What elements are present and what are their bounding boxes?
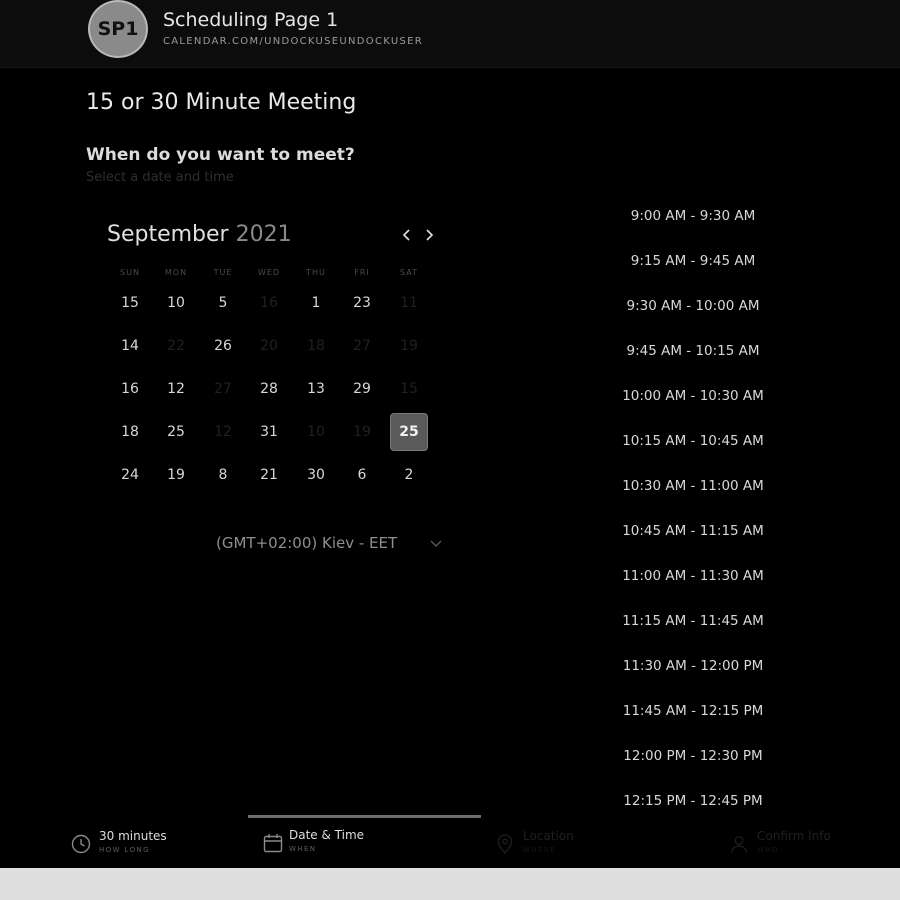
calendar-day[interactable]: 30 — [297, 456, 335, 494]
chevron-down-icon[interactable] — [428, 535, 444, 551]
time-slot-button[interactable]: 9:15 AM - 9:45 AM — [603, 238, 783, 283]
time-slot-button[interactable]: 11:15 AM - 11:45 AM — [603, 598, 783, 643]
time-slot-button[interactable]: 11:00 AM - 11:30 AM — [603, 553, 783, 598]
calendar-day[interactable]: 2 — [390, 456, 428, 494]
step-footer: 30 minutes HOW LONG Date & Time WHEN Loc… — [0, 815, 900, 868]
month-year-label: September 2021 — [107, 222, 292, 247]
month-label: September — [107, 222, 229, 247]
calendar-day[interactable]: 29 — [343, 370, 381, 408]
time-slot-button[interactable]: 10:30 AM - 11:00 AM — [603, 463, 783, 508]
person-icon — [730, 836, 748, 853]
calendar-day[interactable]: 15 — [111, 284, 149, 322]
calendar-day: 10 — [307, 424, 325, 440]
calendar-day[interactable]: 8 — [204, 456, 242, 494]
weekday-header: MON — [164, 268, 188, 277]
chevron-left-icon — [402, 229, 410, 241]
next-month-button[interactable] — [420, 224, 438, 246]
time-slot-button[interactable]: 11:45 AM - 12:15 PM — [603, 688, 783, 733]
weekday-header: WED — [257, 268, 281, 277]
step-duration-sub: HOW LONG — [99, 846, 150, 854]
step-duration-label: 30 minutes — [99, 829, 167, 843]
calendar-day: 15 — [400, 381, 418, 397]
step-date-time-label: Date & Time — [289, 828, 365, 842]
calendar-day[interactable]: 24 — [111, 456, 149, 494]
calendar-day[interactable]: 12 — [157, 370, 195, 408]
calendar-day[interactable]: 18 — [111, 413, 149, 451]
calendar-day: 19 — [400, 338, 418, 354]
weekday-header: SAT — [400, 268, 418, 277]
time-slot-button[interactable]: 9:00 AM - 9:30 AM — [603, 193, 783, 238]
calendar-day: 11 — [400, 295, 418, 311]
calendar-day: 27 — [353, 338, 371, 354]
time-slot-button[interactable]: 12:00 PM - 12:30 PM — [603, 733, 783, 778]
weekday-header: SUN — [120, 268, 140, 277]
step-location-sub: WHERE — [523, 846, 556, 854]
step-date-time[interactable]: Date & Time WHEN — [262, 828, 364, 854]
calendar-day[interactable]: 5 — [204, 284, 242, 322]
calendar-day: 22 — [167, 338, 185, 354]
calendar-icon — [263, 834, 283, 853]
calendar-day[interactable]: 19 — [157, 456, 195, 494]
year-label: 2021 — [235, 222, 292, 247]
scheduling-app: SP1 Scheduling Page 1 CALENDAR.COM/UNDOC… — [0, 0, 900, 868]
step-confirm-info-label: Confirm Info — [757, 829, 831, 843]
timezone-select[interactable]: (GMT+02:00) Kiev - EET — [216, 534, 397, 552]
calendar-day: 19 — [353, 424, 371, 440]
section-subtitle: Select a date and time — [86, 170, 234, 185]
calendar-day[interactable]: 16 — [111, 370, 149, 408]
previous-month-button[interactable] — [398, 224, 416, 246]
calendar-day[interactable]: 31 — [250, 413, 288, 451]
calendar-day[interactable]: 25 — [157, 413, 195, 451]
time-slot-button[interactable]: 9:30 AM - 10:00 AM — [603, 283, 783, 328]
weekday-header: FRI — [354, 268, 370, 277]
time-slot-button[interactable]: 10:15 AM - 10:45 AM — [603, 418, 783, 463]
calendar-day: 20 — [260, 338, 278, 354]
time-slot-button[interactable]: 10:00 AM - 10:30 AM — [603, 373, 783, 418]
calendar-day[interactable]: 13 — [297, 370, 335, 408]
weekday-header: TUE — [213, 268, 233, 277]
location-icon — [497, 834, 513, 855]
calendar-day-selected[interactable]: 25 — [390, 413, 428, 451]
avatar: SP1 — [88, 0, 148, 58]
calendar-day: 27 — [214, 381, 232, 397]
time-slot-list: 9:00 AM - 9:30 AM 9:15 AM - 9:45 AM 9:30 A… — [603, 193, 783, 823]
calendar-day[interactable]: 28 — [250, 370, 288, 408]
calendar-day[interactable]: 6 — [343, 456, 381, 494]
clock-icon — [71, 834, 91, 854]
step-duration[interactable]: 30 minutes HOW LONG — [70, 829, 167, 855]
scheduling-page-url[interactable]: CALENDAR.COM/UNDOCKUSEUNDOCKUSER — [163, 36, 423, 47]
step-location[interactable]: Location WHERE — [494, 829, 574, 855]
weekday-header: THU — [306, 268, 326, 277]
calendar-day[interactable]: 26 — [204, 327, 242, 365]
calendar-day: 12 — [214, 424, 232, 440]
calendar-day[interactable]: 14 — [111, 327, 149, 365]
scheduling-page-title: Scheduling Page 1 — [163, 9, 339, 31]
calendar-day: 18 — [307, 338, 325, 354]
step-confirm-info-sub: WHO — [757, 846, 779, 854]
header-bar: SP1 Scheduling Page 1 CALENDAR.COM/UNDOC… — [0, 0, 900, 68]
calendar-day[interactable]: 1 — [297, 284, 335, 322]
step-confirm-info[interactable]: Confirm Info WHO — [728, 829, 831, 855]
section-heading: When do you want to meet? — [86, 145, 355, 165]
time-slot-button[interactable]: 10:45 AM - 11:15 AM — [603, 508, 783, 553]
active-step-indicator — [248, 815, 481, 818]
calendar-day[interactable]: 21 — [250, 456, 288, 494]
chevron-right-icon — [426, 229, 434, 241]
calendar-day[interactable]: 10 — [157, 284, 195, 322]
time-slot-button[interactable]: 9:45 AM - 10:15 AM — [603, 328, 783, 373]
page-title: 15 or 30 Minute Meeting — [86, 90, 357, 115]
step-location-label: Location — [523, 829, 574, 843]
time-slot-button[interactable]: 11:30 AM - 12:00 PM — [603, 643, 783, 688]
calendar-day[interactable]: 23 — [343, 284, 381, 322]
calendar-day: 16 — [260, 295, 278, 311]
step-date-time-sub: WHEN — [289, 845, 317, 853]
